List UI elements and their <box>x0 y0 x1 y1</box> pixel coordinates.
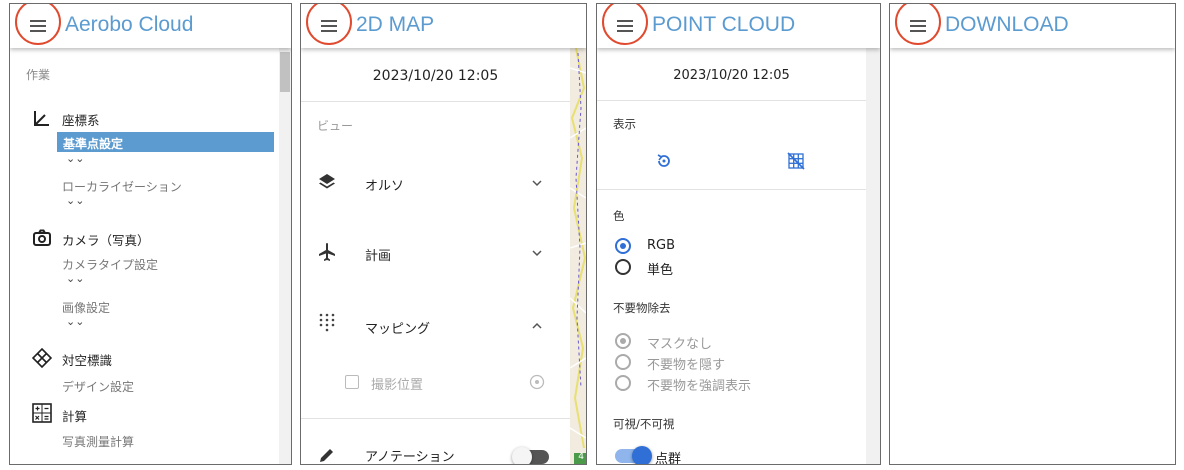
point-cloud-panel: POINT CLOUD 2023/10/20 12:05 表示 色 RGB 単色… <box>596 3 881 465</box>
row-plan-label[interactable]: 計画 <box>365 245 391 264</box>
scrollbar-thumb[interactable] <box>280 52 290 92</box>
menu-item-image-settings[interactable]: 画像設定 <box>62 299 110 316</box>
menu-item-camera-type[interactable]: カメラタイプ設定 <box>62 256 158 273</box>
toggle-knob <box>632 446 652 464</box>
expand-chevron-icon[interactable]: ⌄⌄ <box>66 152 84 165</box>
timestamp: 2023/10/20 12:05 <box>372 68 499 84</box>
airplane-icon <box>319 243 335 261</box>
grid-off-icon[interactable] <box>787 152 805 170</box>
map-view[interactable] <box>570 48 586 465</box>
pencil-icon <box>320 449 333 462</box>
divider <box>301 418 570 419</box>
removal-option-no-mask[interactable]: マスクなし <box>647 333 712 352</box>
scrollbar[interactable] <box>866 48 880 464</box>
map-2d-panel: 2D MAP 2023/10/20 12:05 ビュー オルソ 計画 マッピング… <box>300 3 587 465</box>
app-title: DOWNLOAD <box>945 13 1069 36</box>
removal-radio-highlight[interactable] <box>615 375 631 391</box>
app-title: POINT CLOUD <box>652 13 796 36</box>
expand-chevron-icon[interactable]: ⌄⌄ <box>66 315 84 328</box>
chevron-down-icon[interactable] <box>530 176 544 190</box>
color-radio-rgb[interactable] <box>615 238 631 254</box>
chevron-up-icon[interactable] <box>530 319 544 333</box>
work-menu: 作業 座標系 基準点設定 ⌄⌄ ローカライゼーション ⌄⌄ カメラ（写真） カメ… <box>10 48 291 464</box>
hamburger-menu-icon[interactable] <box>30 18 46 32</box>
hamburger-menu-icon[interactable] <box>617 18 633 32</box>
target-marker-icon <box>32 348 52 368</box>
timestamp: 2023/10/20 12:05 <box>673 68 790 83</box>
expand-chevron-icon[interactable]: ⌄⌄ <box>66 194 84 207</box>
download-panel: DOWNLOAD <box>889 3 1176 465</box>
section-target-marker[interactable]: 対空標識 <box>62 350 112 369</box>
shoot-position-label: 撮影位置 <box>371 378 424 393</box>
removal-option-hide[interactable]: 不要物を隠す <box>647 354 725 373</box>
hamburger-menu-icon[interactable] <box>321 18 337 32</box>
scrollbar[interactable] <box>279 48 291 464</box>
work-label: 作業 <box>26 68 51 82</box>
color-label: 色 <box>613 209 625 223</box>
removal-option-highlight[interactable]: 不要物を強調表示 <box>647 375 751 394</box>
chevron-down-icon[interactable] <box>530 246 544 260</box>
section-camera[interactable]: カメラ（写真） <box>62 230 150 249</box>
menu-item-localization[interactable]: ローカライゼーション <box>62 178 182 195</box>
color-radio-single[interactable] <box>615 259 631 275</box>
color-option-single[interactable]: 単色 <box>647 259 673 278</box>
calculator-icon <box>32 403 52 423</box>
annotation-toggle[interactable] <box>512 447 549 464</box>
menu-item-photogrammetry[interactable]: 写真測量計算 <box>62 433 134 450</box>
layers-icon <box>319 174 335 189</box>
axis-icon <box>34 111 49 126</box>
map-badge: 4 <box>578 452 584 462</box>
display-label: 表示 <box>613 117 636 131</box>
section-calculation[interactable]: 計算 <box>62 406 87 425</box>
reset-view-icon[interactable] <box>655 152 673 170</box>
menu-item-base-point[interactable]: 基準点設定 <box>57 132 274 152</box>
section-coordinate-system[interactable]: 座標系 <box>62 110 100 129</box>
app-title: 2D MAP <box>356 13 435 36</box>
hamburger-menu-icon[interactable] <box>910 18 926 32</box>
removal-label: 不要物除去 <box>613 301 671 315</box>
view-label: ビュー <box>317 119 354 133</box>
divider <box>597 100 866 101</box>
app-bar: DOWNLOAD <box>890 4 1175 48</box>
point-group-label: 点群 <box>655 452 682 464</box>
target-position-icon[interactable] <box>529 374 545 390</box>
removal-radio-hide[interactable] <box>615 354 631 370</box>
expand-chevron-icon[interactable]: ⌄⌄ <box>66 272 84 285</box>
point-group-toggle[interactable] <box>615 446 652 464</box>
divider <box>597 189 866 190</box>
toggle-knob <box>512 447 532 464</box>
camera-icon <box>33 229 51 246</box>
app-bar: Aerobo Cloud <box>10 4 291 48</box>
removal-radio-no-mask[interactable] <box>615 333 631 349</box>
divider <box>301 101 570 102</box>
app-bar: POINT CLOUD <box>597 4 880 48</box>
map-menu: 2023/10/20 12:05 ビュー オルソ 計画 マッピング 撮影位置 ア… <box>301 48 570 464</box>
app-title: Aerobo Cloud <box>65 13 194 36</box>
shoot-position-checkbox[interactable] <box>345 375 359 389</box>
annotation-label: アノテーション <box>365 450 455 464</box>
app-bar: 2D MAP <box>301 4 586 48</box>
aerobo-cloud-panel: Aerobo Cloud 作業 座標系 基準点設定 ⌄⌄ ローカライゼーション … <box>9 3 292 465</box>
row-ortho-label[interactable]: オルソ <box>365 175 404 194</box>
row-mapping-label[interactable]: マッピング <box>365 318 430 337</box>
visibility-label: 可視/不可視 <box>613 417 675 431</box>
dots-grid-icon <box>319 313 335 332</box>
menu-item-design-settings[interactable]: デザイン設定 <box>62 378 134 395</box>
color-option-rgb[interactable]: RGB <box>647 238 675 253</box>
point-cloud-menu: 2023/10/20 12:05 表示 色 RGB 単色 不要物除去 マスクなし… <box>597 48 866 464</box>
